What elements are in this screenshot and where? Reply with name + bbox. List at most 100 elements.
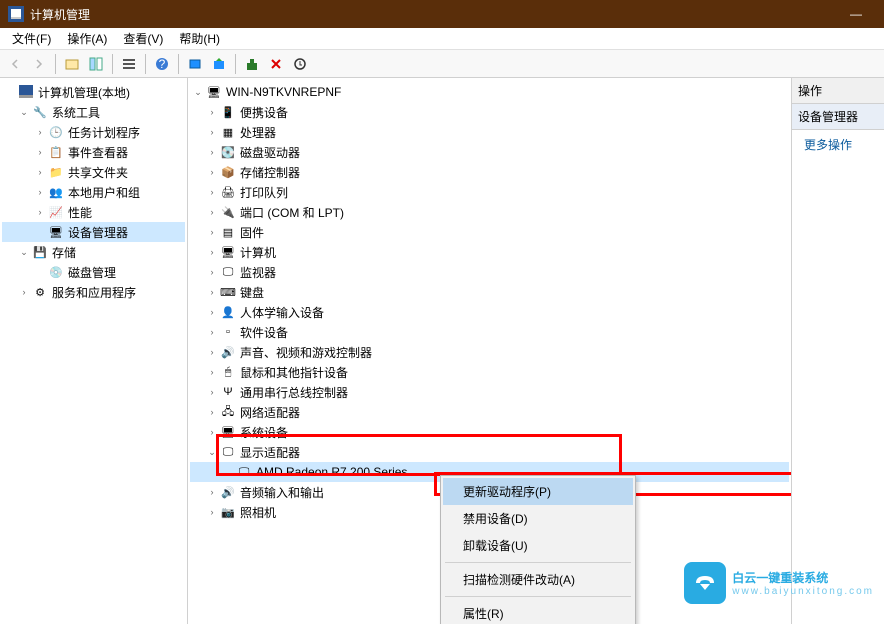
tree-label: 磁盘驱动器 [240, 144, 300, 161]
system-icon: 🖥 [220, 424, 236, 440]
enable-button[interactable] [289, 53, 311, 75]
device-software[interactable]: ›▫软件设备 [190, 322, 789, 342]
disable-button[interactable] [265, 53, 287, 75]
menu-action[interactable]: 操作(A) [59, 28, 115, 49]
device-sound[interactable]: ›🔊声音、视频和游戏控制器 [190, 342, 789, 362]
chevron-right-icon[interactable]: › [206, 306, 218, 318]
minimize-button[interactable]: — [836, 0, 876, 28]
device-ports[interactable]: ›🔌端口 (COM 和 LPT) [190, 202, 789, 222]
tree-label: 固件 [240, 224, 264, 241]
chevron-right-icon[interactable]: › [34, 146, 46, 158]
list-button[interactable] [118, 53, 140, 75]
watermark-icon [684, 562, 726, 604]
clock-icon: 🕒 [48, 124, 64, 140]
tree-system-tools[interactable]: ⌄🔧系统工具 [2, 102, 185, 122]
monitor-icon: 🖵 [220, 264, 236, 280]
chevron-down-icon[interactable]: ⌄ [18, 106, 30, 118]
chevron-right-icon[interactable]: › [206, 206, 218, 218]
menu-scan-hardware[interactable]: 扫描检测硬件改动(A) [443, 566, 633, 593]
tree-label: 本地用户和组 [68, 184, 140, 201]
device-network[interactable]: ›🖧网络适配器 [190, 402, 789, 422]
watermark: 白云一键重装系统 www.baiyunxitong.com [684, 562, 874, 604]
tree-disk-management[interactable]: 💿磁盘管理 [2, 262, 185, 282]
tree-label: 照相机 [240, 504, 276, 521]
tree-shared-folders[interactable]: ›📁共享文件夹 [2, 162, 185, 182]
device-disk-drives[interactable]: ›💽磁盘驱动器 [190, 142, 789, 162]
network-icon: 🖧 [220, 404, 236, 420]
tree-label: 存储控制器 [240, 164, 300, 181]
menu-help[interactable]: 帮助(H) [171, 28, 228, 49]
device-storage-ctrl[interactable]: ›📦存储控制器 [190, 162, 789, 182]
menu-disable-device[interactable]: 禁用设备(D) [443, 505, 633, 532]
device-usb[interactable]: ›Ψ通用串行总线控制器 [190, 382, 789, 402]
chevron-right-icon[interactable]: › [34, 206, 46, 218]
device-computer[interactable]: ›🖥计算机 [190, 242, 789, 262]
chevron-right-icon[interactable]: › [206, 506, 218, 518]
menu-properties[interactable]: 属性(R) [443, 600, 633, 624]
menu-separator [445, 596, 631, 597]
properties-button[interactable] [61, 53, 83, 75]
action-more[interactable]: 更多操作 [792, 130, 884, 159]
tree-label: 磁盘管理 [68, 264, 116, 281]
chevron-right-icon[interactable]: › [206, 326, 218, 338]
uninstall-button[interactable] [241, 53, 263, 75]
chevron-right-icon[interactable]: › [206, 226, 218, 238]
sound-icon: 🔊 [220, 344, 236, 360]
chevron-right-icon[interactable]: › [34, 186, 46, 198]
chevron-right-icon[interactable]: › [206, 266, 218, 278]
nav-back-button[interactable] [4, 53, 26, 75]
menu-file[interactable]: 文件(F) [4, 28, 59, 49]
chevron-right-icon[interactable]: › [18, 286, 30, 298]
menu-uninstall-device[interactable]: 卸载设备(U) [443, 532, 633, 559]
device-portable[interactable]: ›📱便携设备 [190, 102, 789, 122]
tree-task-scheduler[interactable]: ›🕒任务计划程序 [2, 122, 185, 142]
tree-device-manager[interactable]: 🖥设备管理器 [2, 222, 185, 242]
chevron-right-icon[interactable]: › [34, 126, 46, 138]
storage-icon: 💾 [32, 244, 48, 260]
show-hide-button[interactable] [85, 53, 107, 75]
tree-label: 处理器 [240, 124, 276, 141]
device-firmware[interactable]: ›▤固件 [190, 222, 789, 242]
device-system[interactable]: ›🖥系统设备 [190, 422, 789, 442]
nav-forward-button[interactable] [28, 53, 50, 75]
menu-update-driver[interactable]: 更新驱动程序(P) [443, 478, 633, 505]
scan-button[interactable] [184, 53, 206, 75]
menu-view[interactable]: 查看(V) [115, 28, 171, 49]
chevron-right-icon[interactable]: › [206, 126, 218, 138]
device-hid[interactable]: ›👤人体学输入设备 [190, 302, 789, 322]
chevron-right-icon[interactable]: › [206, 346, 218, 358]
chevron-down-icon[interactable]: ⌄ [206, 446, 218, 458]
tree-performance[interactable]: ›📈性能 [2, 202, 185, 222]
toolbar-separator [55, 54, 56, 74]
chevron-right-icon[interactable]: › [206, 186, 218, 198]
device-print-queues[interactable]: ›🖨打印队列 [190, 182, 789, 202]
tree-root[interactable]: 计算机管理(本地) [2, 82, 185, 102]
chevron-right-icon[interactable]: › [206, 166, 218, 178]
device-root[interactable]: ⌄🖥WIN-N9TKVNREPNF [190, 82, 789, 102]
chevron-right-icon[interactable]: › [206, 486, 218, 498]
tree-event-viewer[interactable]: ›📋事件查看器 [2, 142, 185, 162]
chevron-right-icon[interactable]: › [206, 426, 218, 438]
chevron-right-icon[interactable]: › [34, 166, 46, 178]
chevron-right-icon[interactable]: › [206, 286, 218, 298]
chevron-right-icon[interactable]: › [206, 386, 218, 398]
chevron-right-icon[interactable]: › [206, 406, 218, 418]
help-button[interactable]: ? [151, 53, 173, 75]
device-processors[interactable]: ›▦处理器 [190, 122, 789, 142]
chevron-right-icon[interactable]: › [206, 146, 218, 158]
tree-storage[interactable]: ⌄💾存储 [2, 242, 185, 262]
device-keyboards[interactable]: ›⌨键盘 [190, 282, 789, 302]
chevron-right-icon[interactable]: › [206, 106, 218, 118]
chevron-right-icon[interactable]: › [206, 246, 218, 258]
chevron-down-icon[interactable]: ⌄ [18, 246, 30, 258]
tree-services-apps[interactable]: ›⚙服务和应用程序 [2, 282, 185, 302]
chevron-down-icon[interactable]: ⌄ [192, 86, 204, 98]
mouse-icon: 🖱 [220, 364, 236, 380]
device-monitors[interactable]: ›🖵监视器 [190, 262, 789, 282]
device-mice[interactable]: ›🖱鼠标和其他指针设备 [190, 362, 789, 382]
chevron-right-icon[interactable]: › [206, 366, 218, 378]
tree-local-users[interactable]: ›👥本地用户和组 [2, 182, 185, 202]
software-icon: ▫ [220, 324, 236, 340]
update-button[interactable] [208, 53, 230, 75]
device-display[interactable]: ⌄🖵显示适配器 [190, 442, 789, 462]
